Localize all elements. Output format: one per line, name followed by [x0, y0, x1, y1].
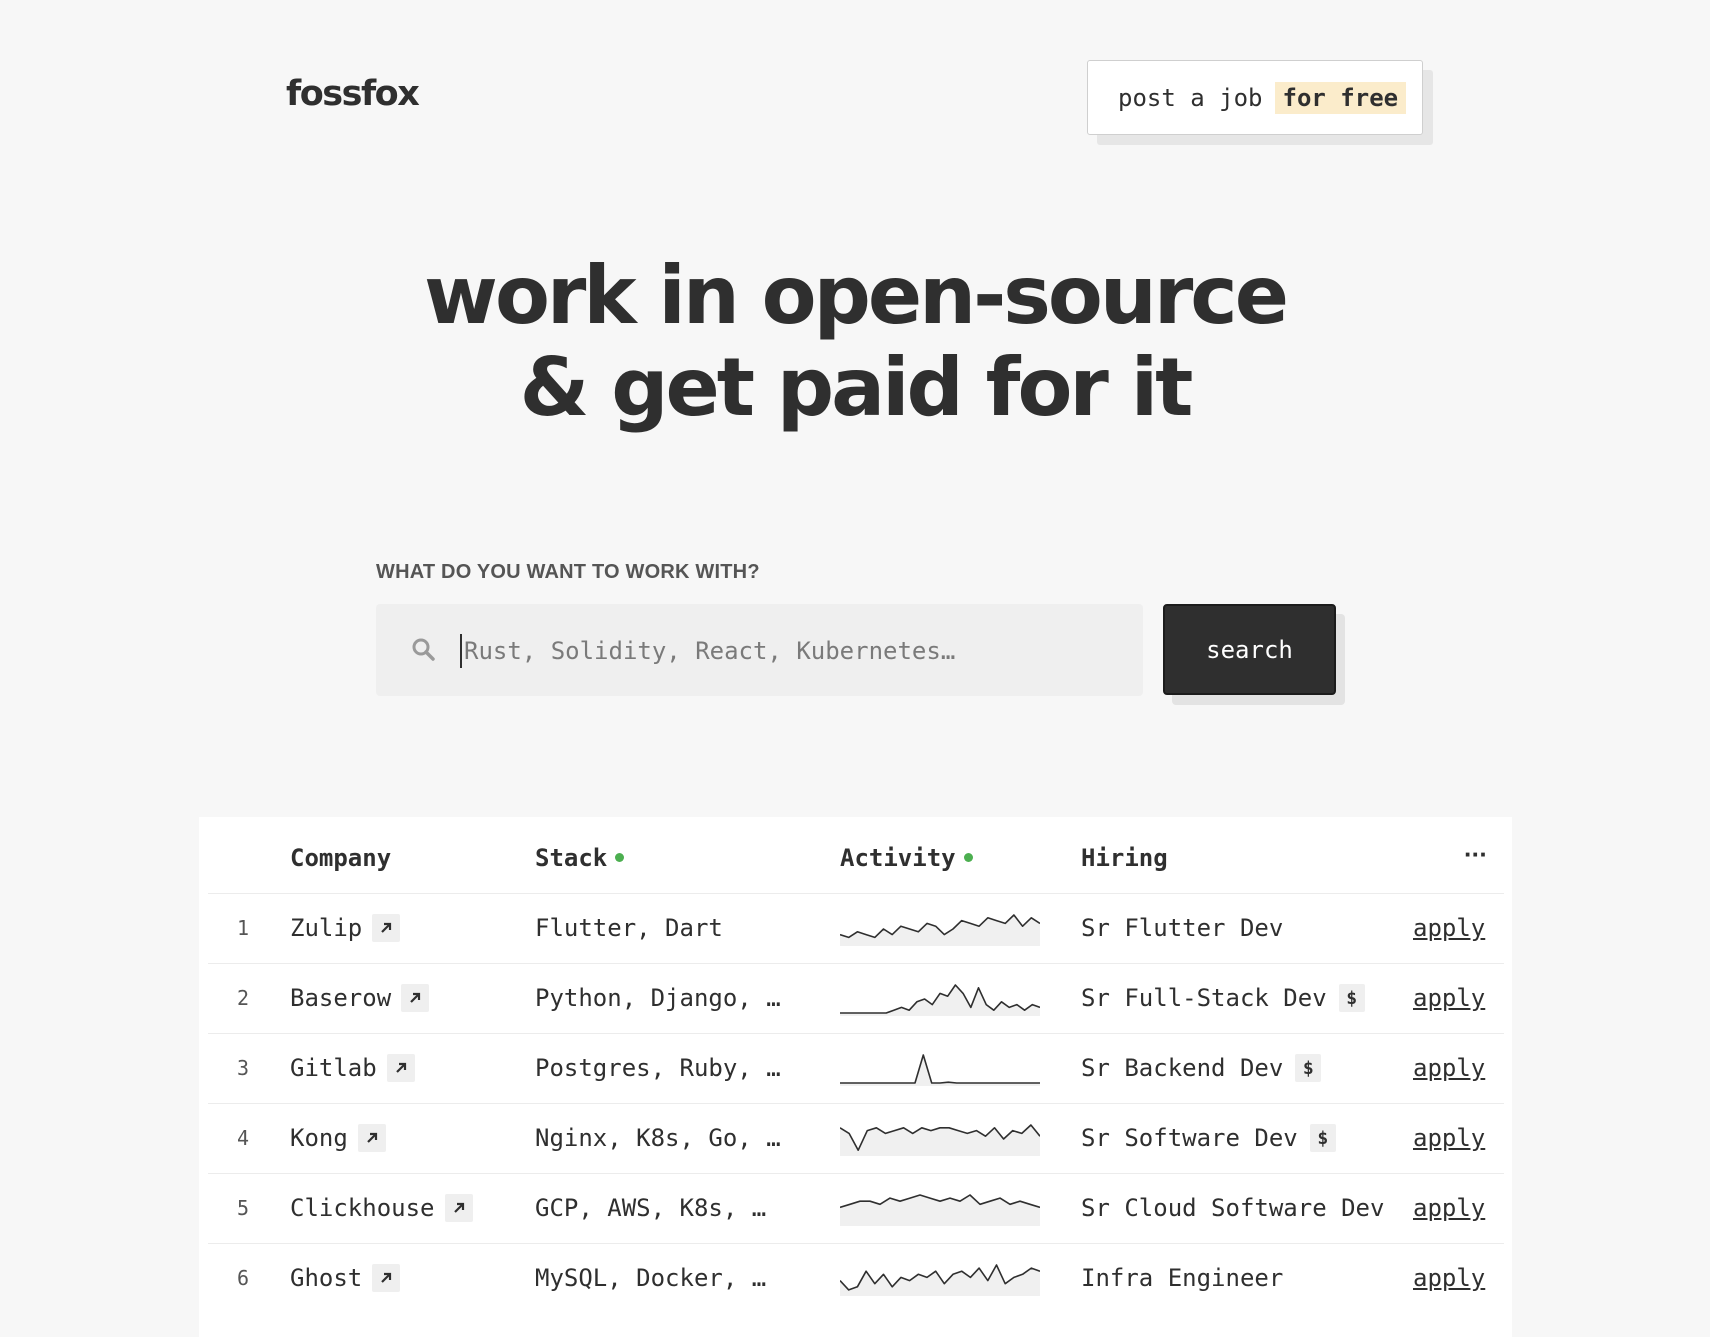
- job-title: Sr Flutter Dev: [1081, 914, 1284, 942]
- table-row[interactable]: 2 Baserow Python, Django, … Sr Full-Stack D…: [208, 963, 1504, 1033]
- search-box[interactable]: [376, 604, 1143, 698]
- column-hiring[interactable]: Hiring: [1081, 844, 1168, 872]
- search-input[interactable]: [460, 604, 1126, 698]
- company-name[interactable]: Gitlab: [290, 1054, 377, 1082]
- salary-badge-icon: $: [1338, 984, 1365, 1012]
- column-company[interactable]: Company: [290, 844, 391, 872]
- hiring-cell: Sr Full-Stack Dev $: [1081, 964, 1365, 1032]
- table-row[interactable]: 5 Clickhouse GCP, AWS, K8s, … Sr Cloud Soft…: [208, 1173, 1504, 1243]
- sparkline-line: [840, 1054, 1040, 1084]
- hero-line-2: & get paid for it: [519, 341, 1194, 434]
- activity-cell: [840, 1244, 1040, 1312]
- stack-cell: Flutter, Dart: [535, 914, 723, 942]
- external-link-icon[interactable]: [401, 984, 430, 1012]
- external-link-icon[interactable]: [444, 1194, 473, 1222]
- hiring-cell: Sr Software Dev $: [1081, 1104, 1336, 1172]
- company-name[interactable]: Kong: [290, 1124, 348, 1152]
- column-stack[interactable]: Stack: [535, 844, 625, 872]
- company-name[interactable]: Baserow: [290, 984, 391, 1012]
- row-number: 4: [236, 1126, 250, 1150]
- job-title: Infra Engineer: [1081, 1264, 1284, 1292]
- activity-sparkline: [840, 1264, 1040, 1296]
- logo[interactable]: fossfox: [286, 74, 420, 114]
- row-number: 6: [236, 1266, 250, 1290]
- hiring-cell: Sr Flutter Dev: [1081, 894, 1283, 962]
- hiring-cell: Infra Engineer: [1081, 1244, 1283, 1312]
- search-icon: [412, 638, 435, 661]
- company-cell[interactable]: Gitlab: [290, 1034, 415, 1102]
- stack-filter-dot: [615, 852, 625, 862]
- apply-link[interactable]: apply: [1413, 964, 1485, 1032]
- row-number: 2: [236, 986, 250, 1010]
- job-title: Sr Cloud Software Dev: [1081, 1194, 1385, 1222]
- apply-link[interactable]: apply: [1413, 1034, 1485, 1102]
- table-row[interactable]: 3 Gitlab Postgres, Ruby, … Sr Backend Dev $ a…: [208, 1033, 1504, 1103]
- table-row[interactable]: 4 Kong Nginx, K8s, Go, … Sr Software Dev $ ap…: [208, 1103, 1504, 1173]
- stack-cell: MySQL, Docker, …: [535, 1264, 767, 1292]
- external-link-icon[interactable]: [372, 1264, 401, 1292]
- company-name[interactable]: Clickhouse: [290, 1194, 435, 1222]
- post-job-button[interactable]: post a job for free: [1087, 60, 1423, 135]
- apply-link[interactable]: apply: [1413, 1174, 1485, 1242]
- sparkline-area: [840, 1055, 1040, 1086]
- activity-cell: [840, 964, 1040, 1032]
- activity-sparkline: [840, 1124, 1040, 1156]
- post-job-highlight: for free: [1274, 81, 1407, 114]
- activity-cell: [840, 1034, 1040, 1102]
- activity-cell: [840, 1104, 1040, 1172]
- sparkline-area: [840, 985, 1040, 1016]
- more-options-icon[interactable]: ···: [1464, 839, 1488, 870]
- apply-link[interactable]: apply: [1413, 1244, 1485, 1312]
- post-job-label: post a job: [1118, 83, 1263, 112]
- company-name[interactable]: Zulip: [290, 914, 362, 942]
- activity-sparkline: [840, 984, 1040, 1016]
- company-cell[interactable]: Zulip: [290, 894, 401, 962]
- row-number: 3: [236, 1056, 250, 1080]
- activity-sparkline: [840, 1054, 1040, 1086]
- job-title: Sr Software Dev: [1081, 1124, 1298, 1152]
- activity-sparkline: [840, 914, 1040, 946]
- external-link-icon[interactable]: [372, 914, 401, 942]
- stack-cell: GCP, AWS, K8s, …: [535, 1194, 767, 1222]
- row-number: 1: [236, 916, 250, 940]
- sparkline-area: [840, 1195, 1040, 1226]
- jobs-table: Company Stack Activity Hiring ··· 1 Zulip…: [199, 817, 1512, 1337]
- search-button[interactable]: search: [1163, 604, 1336, 695]
- salary-badge-icon: $: [1309, 1124, 1336, 1152]
- activity-cell: [840, 1174, 1040, 1242]
- external-link-icon[interactable]: [386, 1054, 415, 1082]
- apply-link[interactable]: apply: [1413, 894, 1485, 962]
- external-link-icon[interactable]: [357, 1124, 386, 1152]
- apply-link[interactable]: apply: [1413, 1104, 1485, 1172]
- salary-badge-icon: $: [1295, 1054, 1322, 1082]
- company-cell[interactable]: Baserow: [290, 964, 430, 1032]
- table-row[interactable]: 6 Ghost MySQL, Docker, … Infra Engineer appl…: [208, 1243, 1504, 1313]
- company-name[interactable]: Ghost: [290, 1264, 362, 1292]
- search-label: WHAT DO YOU WANT TO WORK WITH?: [376, 561, 760, 583]
- company-cell[interactable]: Kong: [290, 1104, 386, 1172]
- hero-line-1: work in open-source: [424, 249, 1289, 342]
- stack-cell: Python, Django, …: [535, 984, 781, 1012]
- stack-cell: Postgres, Ruby, …: [535, 1054, 781, 1082]
- job-title: Sr Full-Stack Dev: [1081, 984, 1327, 1012]
- column-activity[interactable]: Activity: [840, 844, 973, 872]
- company-cell[interactable]: Clickhouse: [290, 1174, 473, 1242]
- hiring-cell: Sr Backend Dev $: [1081, 1034, 1322, 1102]
- activity-filter-dot: [963, 852, 973, 862]
- row-number: 5: [236, 1196, 250, 1220]
- table-header: Company Stack Activity Hiring ···: [199, 817, 1512, 895]
- hero-headline: work in open-source & get paid for it: [0, 250, 1710, 434]
- stack-cell: Nginx, K8s, Go, …: [535, 1124, 781, 1152]
- hiring-cell: Sr Cloud Software Dev: [1081, 1174, 1384, 1242]
- job-title: Sr Backend Dev: [1081, 1054, 1284, 1082]
- table-row[interactable]: 1 Zulip Flutter, Dart Sr Flutter Dev apply: [208, 893, 1504, 963]
- activity-sparkline: [840, 1194, 1040, 1226]
- company-cell[interactable]: Ghost: [290, 1244, 401, 1312]
- activity-cell: [840, 894, 1040, 962]
